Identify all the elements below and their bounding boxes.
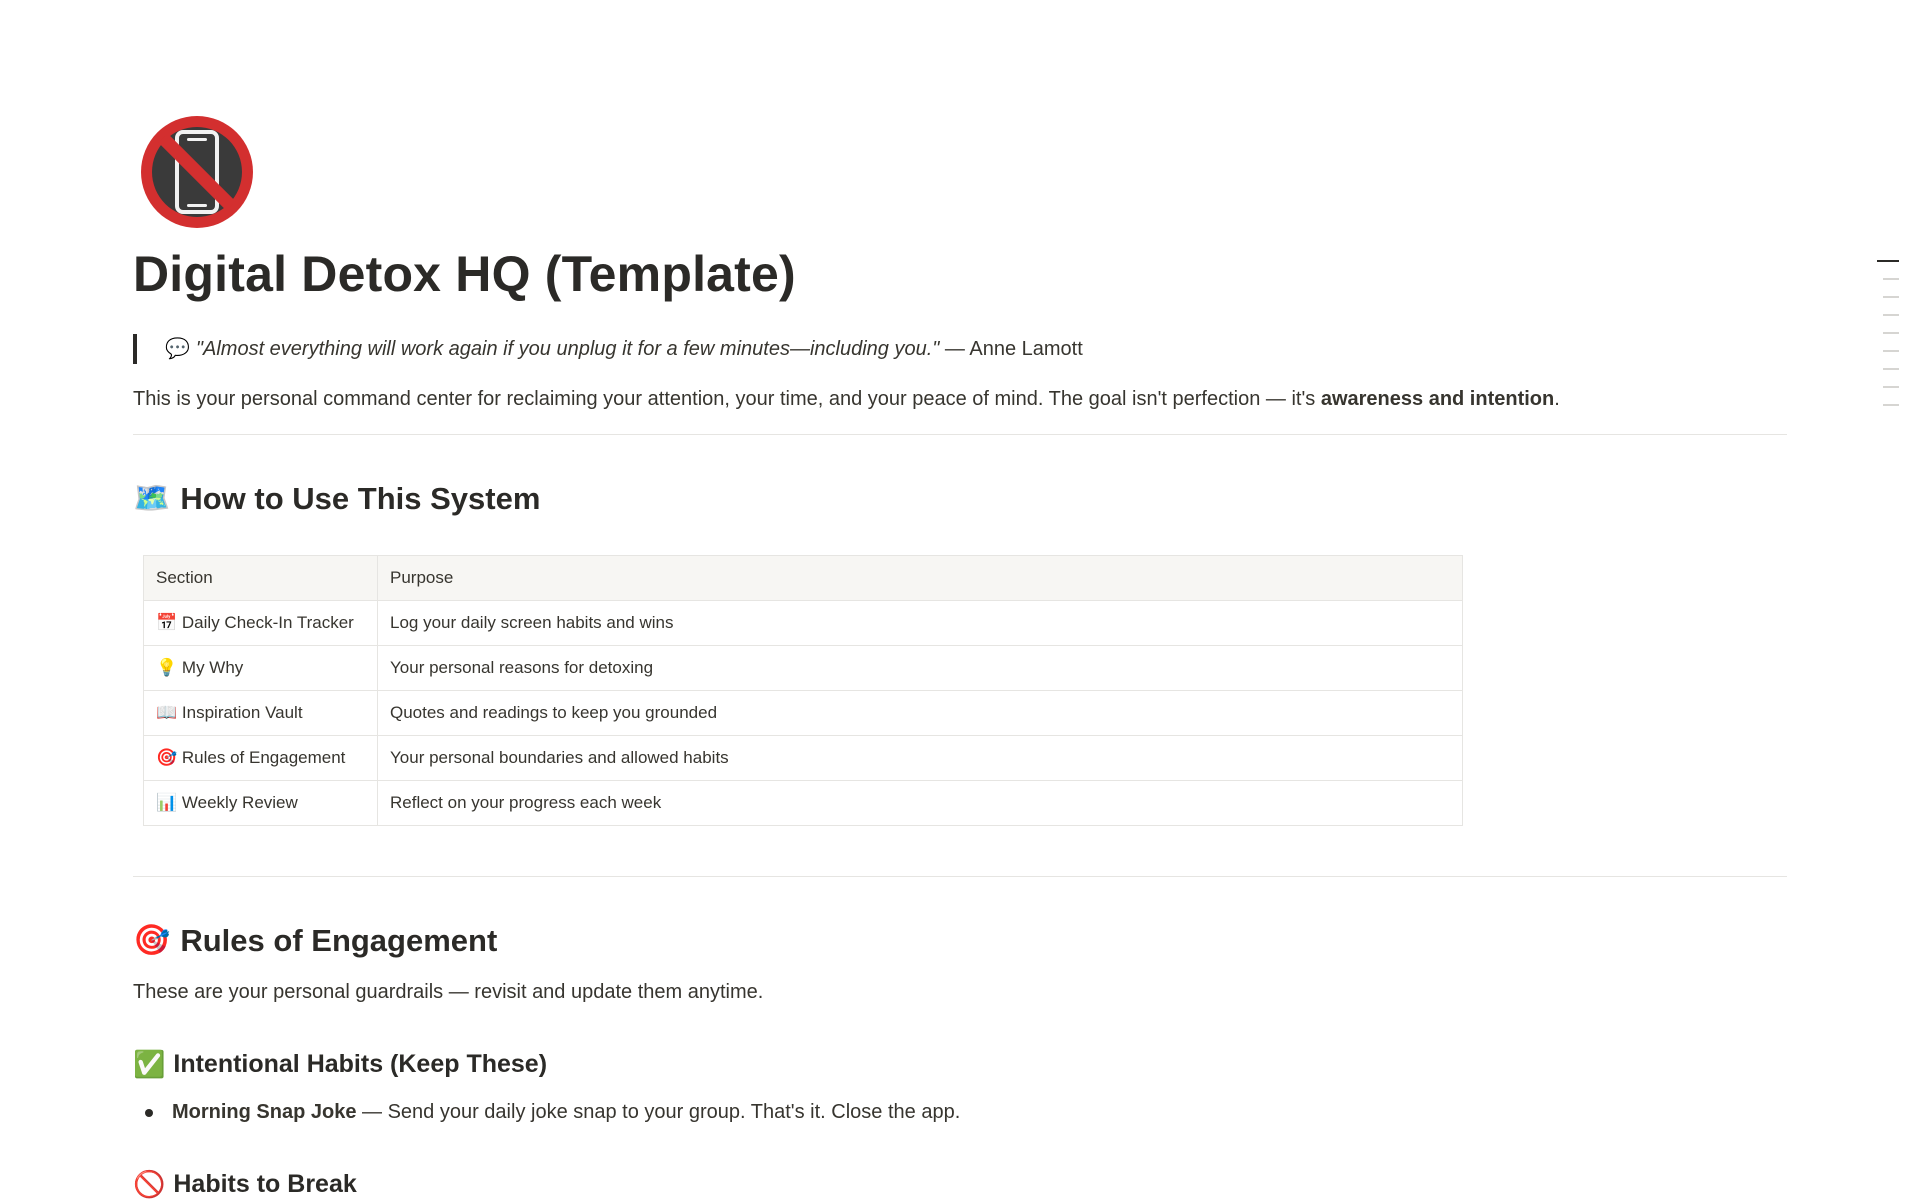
- toc-item[interactable]: [1883, 332, 1899, 334]
- toc-item[interactable]: [1883, 386, 1899, 388]
- habit-text: — Send your daily joke snap to your grou…: [356, 1101, 961, 1123]
- table-cell-section[interactable]: 📅 Daily Check-In Tracker: [143, 600, 378, 646]
- table-cell-purpose[interactable]: Reflect on your progress each week: [377, 780, 1463, 826]
- list-item[interactable]: Morning Snap Joke — Send your daily joke…: [133, 1097, 1787, 1127]
- target-icon: 🎯: [133, 924, 171, 957]
- toc-item[interactable]: [1883, 368, 1899, 370]
- heading-text: Habits to Break: [173, 1170, 357, 1198]
- section-name: Weekly Review: [181, 793, 298, 812]
- toc-item[interactable]: [1877, 260, 1899, 262]
- intro-paragraph[interactable]: This is your personal command center for…: [133, 384, 1787, 414]
- intro-text: This is your personal command center for…: [133, 388, 1321, 410]
- table-cell-purpose[interactable]: Log your daily screen habits and wins: [377, 600, 1463, 646]
- table-of-contents-minimap[interactable]: [1877, 260, 1899, 422]
- table-cell-purpose[interactable]: Your personal reasons for detoxing: [377, 645, 1463, 691]
- section-name: Rules of Engagement: [181, 748, 346, 767]
- system-table: Section Purpose 📅 Daily Check-In Tracker…: [143, 555, 1463, 826]
- quote-text: "Almost everything will work again if yo…: [195, 338, 940, 360]
- table-cell-section[interactable]: 📊 Weekly Review: [143, 780, 378, 826]
- column-header-purpose[interactable]: Purpose: [377, 555, 1463, 601]
- table-cell-purpose[interactable]: Your personal boundaries and allowed hab…: [377, 735, 1463, 781]
- table-row: 📅 Daily Check-In Tracker Log your daily …: [143, 600, 1463, 646]
- table-cell-section[interactable]: 💡 My Why: [143, 645, 378, 691]
- table-row: 📊 Weekly Review Reflect on your progress…: [143, 780, 1463, 826]
- page-title[interactable]: Digital Detox HQ (Template): [133, 242, 1787, 306]
- table-header-row: Section Purpose: [143, 555, 1463, 601]
- world-map-icon: 🗺️: [133, 482, 171, 515]
- light-bulb-icon: 💡: [156, 658, 178, 677]
- intro-end: .: [1554, 388, 1560, 410]
- toc-item[interactable]: [1883, 350, 1899, 352]
- heading-text: Intentional Habits (Keep These): [173, 1050, 548, 1078]
- prohibited-icon: 🚫: [133, 1169, 166, 1199]
- section-heading-how-to-use[interactable]: 🗺️ How to Use This System: [133, 479, 1787, 519]
- table-row: 💡 My Why Your personal reasons for detox…: [143, 645, 1463, 691]
- section-heading-rules[interactable]: 🎯 Rules of Engagement: [133, 921, 1787, 961]
- habit-name: Morning Snap Joke: [172, 1101, 357, 1123]
- intro-bold: awareness and intention: [1320, 388, 1555, 410]
- calendar-icon: 📅: [156, 613, 178, 632]
- speech-balloon-icon: 💬: [165, 338, 190, 360]
- divider: [133, 434, 1787, 435]
- no-mobile-phones-icon[interactable]: [137, 112, 257, 232]
- toc-item[interactable]: [1883, 278, 1899, 280]
- toc-item[interactable]: [1883, 404, 1899, 406]
- heading-text: How to Use This System: [180, 481, 541, 516]
- target-icon: 🎯: [156, 748, 178, 767]
- section-name: My Why: [181, 658, 244, 677]
- subheading-intentional-habits[interactable]: ✅ Intentional Habits (Keep These): [133, 1047, 1787, 1081]
- quote-attribution: — Anne Lamott: [939, 338, 1083, 360]
- intentional-habits-list: Morning Snap Joke — Send your daily joke…: [133, 1097, 1787, 1127]
- table-row: 📖 Inspiration Vault Quotes and readings …: [143, 690, 1463, 736]
- toc-item[interactable]: [1883, 296, 1899, 298]
- open-book-icon: 📖: [156, 703, 178, 722]
- column-header-section[interactable]: Section: [143, 555, 378, 601]
- check-mark-icon: ✅: [133, 1049, 166, 1079]
- page-content: Digital Detox HQ (Template) 💬 "Almost eve…: [133, 112, 1787, 1199]
- section-name: Inspiration Vault: [181, 703, 303, 722]
- table-cell-section[interactable]: 📖 Inspiration Vault: [143, 690, 378, 736]
- table-row: 🎯 Rules of Engagement Your personal boun…: [143, 735, 1463, 781]
- subheading-habits-to-break[interactable]: 🚫 Habits to Break: [133, 1167, 1787, 1199]
- divider: [133, 876, 1787, 877]
- table-cell-purpose[interactable]: Quotes and readings to keep you grounded: [377, 690, 1463, 736]
- section-name: Daily Check-In Tracker: [181, 613, 354, 632]
- heading-text: Rules of Engagement: [180, 923, 498, 958]
- notion-page: Digital Detox HQ (Template) 💬 "Almost eve…: [0, 0, 1920, 1199]
- quote-block[interactable]: 💬 "Almost everything will work again if y…: [133, 334, 1787, 364]
- rules-description[interactable]: These are your personal guardrails — rev…: [133, 977, 1787, 1007]
- bar-chart-icon: 📊: [156, 793, 178, 812]
- toc-item[interactable]: [1883, 314, 1899, 316]
- table-cell-section[interactable]: 🎯 Rules of Engagement: [143, 735, 378, 781]
